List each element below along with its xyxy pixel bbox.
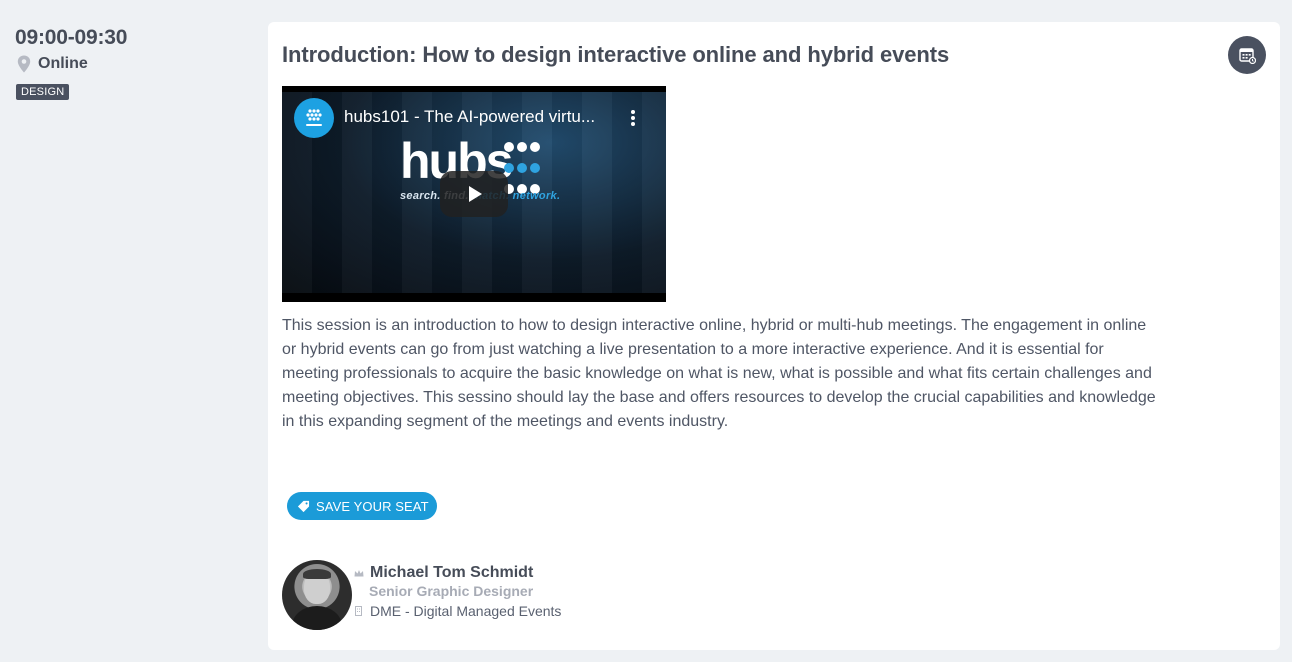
location-text: Online (38, 55, 88, 72)
ticket-icon (297, 500, 310, 512)
session-title: Introduction: How to design interactive … (282, 42, 950, 67)
speaker-name[interactable]: Michael Tom Schmidt (370, 564, 533, 582)
play-button[interactable] (440, 171, 508, 217)
add-to-calendar-button[interactable] (1228, 36, 1266, 74)
location-pin-icon (17, 55, 31, 73)
calendar-icon (1239, 48, 1256, 64)
session-description: This session is an introduction to how t… (282, 317, 1156, 430)
channel-logo-icon[interactable] (294, 98, 334, 138)
category-tag[interactable]: DESIGN (16, 84, 70, 100)
video-title[interactable]: hubs101 - The AI-powered virtu... (344, 107, 614, 127)
session-time: 09:00-09:30 (15, 26, 128, 49)
session-location: Online (15, 55, 245, 73)
speaker-avatar[interactable] (282, 560, 352, 630)
speaker-company: DME - Digital Managed Events (370, 603, 562, 619)
video-player[interactable]: hubs101 - The AI-powered virtu... hubs s… (282, 86, 666, 302)
save-your-seat-label: SAVE YOUR SEAT (316, 498, 429, 514)
kebab-menu-icon[interactable] (630, 110, 636, 128)
crown-icon (354, 569, 364, 576)
play-icon (469, 186, 482, 202)
speaker-role: Senior Graphic Designer (369, 583, 534, 599)
speaker-info: Michael Tom Schmidt Senior Graphic Desig… (354, 564, 614, 619)
save-your-seat-button[interactable]: SAVE YOUR SEAT (287, 492, 437, 520)
building-icon (355, 606, 362, 616)
session-card: Introduction: How to design interactive … (268, 22, 1280, 650)
session-meta: 09:00-09:30 Online DESIGN (15, 26, 245, 100)
